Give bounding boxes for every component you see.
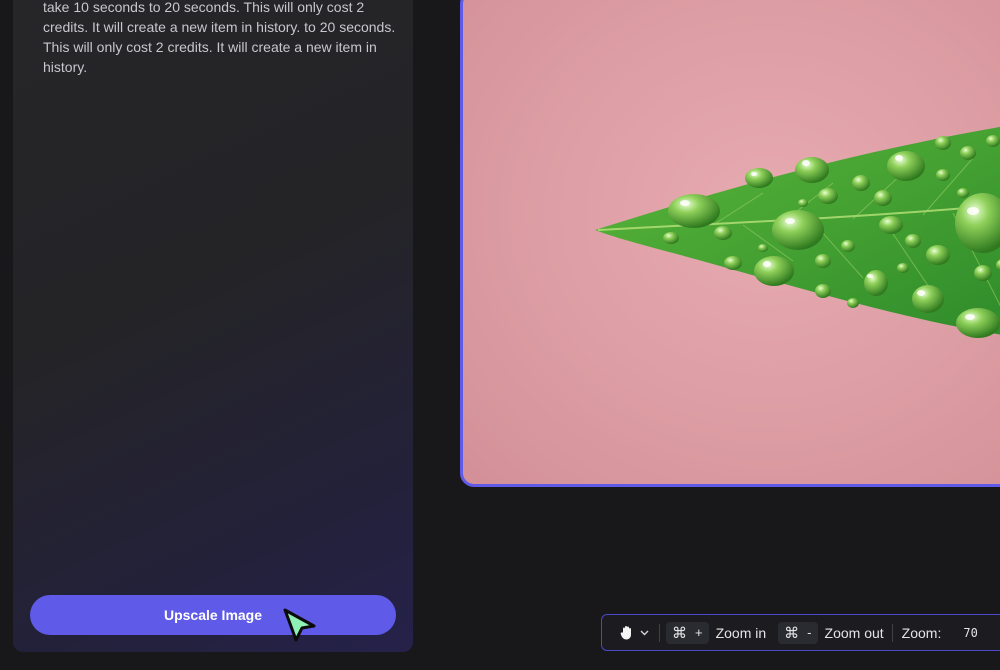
upscale-image-button[interactable]: Upscale Image — [30, 595, 396, 635]
command-key-icon: ⌘ — [784, 623, 800, 642]
app-root: take 10 seconds to 20 seconds. This will… — [0, 0, 1000, 670]
plus-key: + — [695, 625, 703, 640]
zoom-out-button[interactable]: Zoom out — [825, 625, 884, 641]
toolbar-divider — [659, 623, 660, 642]
upscale-description: take 10 seconds to 20 seconds. This will… — [43, 0, 396, 75]
zoom-out-shortcut: ⌘ - — [778, 621, 818, 644]
command-key-icon: ⌘ — [672, 623, 687, 642]
chevron-down-icon[interactable] — [640, 630, 649, 636]
zoom-value-input[interactable]: 70 — [963, 626, 977, 640]
minus-key: - — [807, 625, 812, 640]
zoom-label: Zoom: — [901, 624, 942, 641]
hand-tool-selector[interactable] — [620, 625, 649, 640]
zoom-in-button[interactable]: Zoom in — [716, 625, 767, 641]
leaf-image — [595, 126, 1000, 338]
image-canvas[interactable] — [460, 0, 1000, 487]
zoom-in-shortcut: ⌘ + — [666, 621, 709, 644]
hand-icon[interactable] — [620, 625, 634, 640]
toolbar-divider — [891, 623, 893, 642]
settings-panel: take 10 seconds to 20 seconds. This will… — [13, 0, 413, 652]
mouse-cursor-icon — [283, 608, 316, 642]
canvas-toolbar: ⌘ + Zoom in ⌘ - Zoom out Zoom: 70 — [601, 614, 1000, 651]
